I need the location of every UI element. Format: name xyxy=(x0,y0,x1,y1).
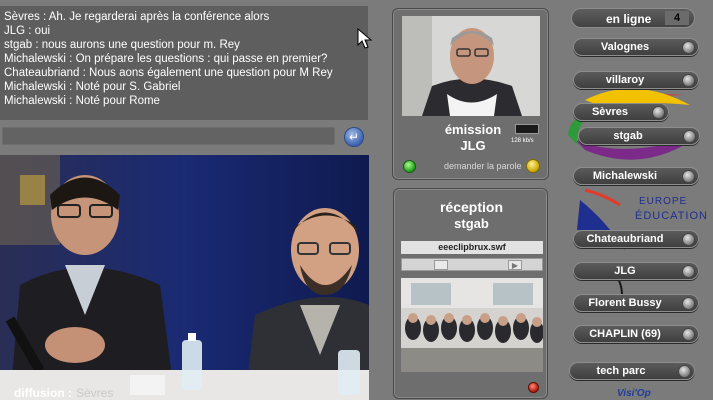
chat-input[interactable] xyxy=(2,127,335,145)
participant-knob-icon[interactable] xyxy=(682,265,695,278)
emission-title: émission xyxy=(444,122,502,137)
emission-panel: émission JLG 128 kb/s demander la parole xyxy=(392,8,549,180)
chat-message: stgab : nous aurons une question pour m.… xyxy=(4,39,240,51)
participant-florent-bussy[interactable]: Florent Bussy xyxy=(573,294,699,312)
participant-villaroy[interactable]: villaroy xyxy=(573,71,699,89)
participant-knob-icon[interactable] xyxy=(682,41,695,54)
bitrate-value: 128 kb/s xyxy=(511,138,534,144)
media-filename: eeeclipbrux.swf xyxy=(401,241,543,254)
participant-valognes[interactable]: Valognes xyxy=(573,38,699,56)
diffusion-value: Sèvres xyxy=(75,386,114,400)
main-video-stream xyxy=(0,155,369,400)
reception-panel: réception stgab eeeclipbrux.swf ▶ xyxy=(393,188,548,399)
chat-message: JLG : oui xyxy=(4,25,51,37)
remote-camera-view xyxy=(401,278,543,372)
participant-knob-icon[interactable] xyxy=(682,297,695,310)
play-icon: ▶ xyxy=(511,261,519,270)
participant-name: JLG xyxy=(614,265,636,277)
reception-user-name: stgab xyxy=(454,216,489,231)
participant-name: Chateaubriand xyxy=(586,233,664,245)
mouse-cursor-icon xyxy=(357,28,373,49)
participant-knob-icon[interactable] xyxy=(682,233,695,246)
reception-title: réception xyxy=(439,199,503,215)
online-counter: en ligne 4 xyxy=(571,8,695,28)
play-button[interactable]: ▶ xyxy=(508,260,522,270)
local-camera-image xyxy=(402,16,540,116)
participant-knob-icon[interactable] xyxy=(682,170,695,183)
pause-button[interactable] xyxy=(434,260,448,270)
participant-knob-icon[interactable] xyxy=(682,328,695,341)
logo-text-europe: EUROPE xyxy=(639,196,688,207)
bitrate-meter xyxy=(515,124,539,134)
chat-message: Michalewski : Noté pour Rome xyxy=(4,95,160,107)
local-camera-view xyxy=(402,16,540,116)
participant-name: Florent Bussy xyxy=(588,297,662,309)
participant-name: CHAPLIN (69) xyxy=(589,328,661,340)
diffusion-status: diffusion : Sèvres xyxy=(14,386,113,400)
participant-chaplin-69[interactable]: CHAPLIN (69) xyxy=(573,325,699,343)
logo-text-education: ÉDUCATION xyxy=(635,210,708,222)
emission-status-led xyxy=(403,160,416,173)
participant-tech-parc[interactable]: tech parc xyxy=(569,362,695,380)
participant-name: villaroy xyxy=(605,74,645,86)
ask-to-speak-label[interactable]: demander la parole xyxy=(444,161,522,171)
participant-name: Michalewski xyxy=(592,170,658,182)
participant-chateaubriand[interactable]: Chateaubriand xyxy=(573,230,699,248)
chat-message: Michalewski : On prépare les questions :… xyxy=(4,53,328,65)
participant-name: Valognes xyxy=(600,41,650,53)
visiop-brand: Visi'Op xyxy=(617,388,651,399)
participant-knob-icon[interactable] xyxy=(678,365,691,378)
chat-message: Michalewski : Noté pour S. Gabriel xyxy=(4,81,181,93)
reception-status-led xyxy=(528,382,539,393)
participant-name: stgab xyxy=(613,130,643,142)
participant-sevres[interactable]: Sèvres xyxy=(573,103,669,121)
participant-stgab[interactable]: stgab xyxy=(578,127,700,145)
remote-camera-image xyxy=(401,278,543,372)
participant-knob-icon[interactable] xyxy=(683,130,696,143)
diffusion-label: diffusion : xyxy=(14,386,72,400)
enter-arrow-icon: ↵ xyxy=(348,130,360,144)
send-button[interactable]: ↵ xyxy=(344,127,364,147)
conference-video-image xyxy=(0,155,369,400)
ask-to-speak-button[interactable] xyxy=(526,159,540,173)
chat-message: Sèvres : Ah. Je regarderai après la conf… xyxy=(4,11,270,23)
online-count: 4 xyxy=(665,11,689,25)
participant-name: tech parc xyxy=(596,365,646,377)
chat-log: Sèvres : Ah. Je regarderai après la conf… xyxy=(0,6,368,120)
online-label: en ligne xyxy=(606,12,652,26)
participant-michalewski[interactable]: Michalewski xyxy=(573,167,699,185)
participant-knob-icon[interactable] xyxy=(682,74,695,87)
participant-name: Sèvres xyxy=(591,106,629,118)
emission-user-name: JLG xyxy=(460,138,486,153)
participant-knob-icon[interactable] xyxy=(652,106,665,119)
chat-message: Chateaubriand : Nous aons également une … xyxy=(4,67,333,79)
participant-jlg[interactable]: JLG xyxy=(573,262,699,280)
media-player-controls: ▶ xyxy=(401,258,543,271)
